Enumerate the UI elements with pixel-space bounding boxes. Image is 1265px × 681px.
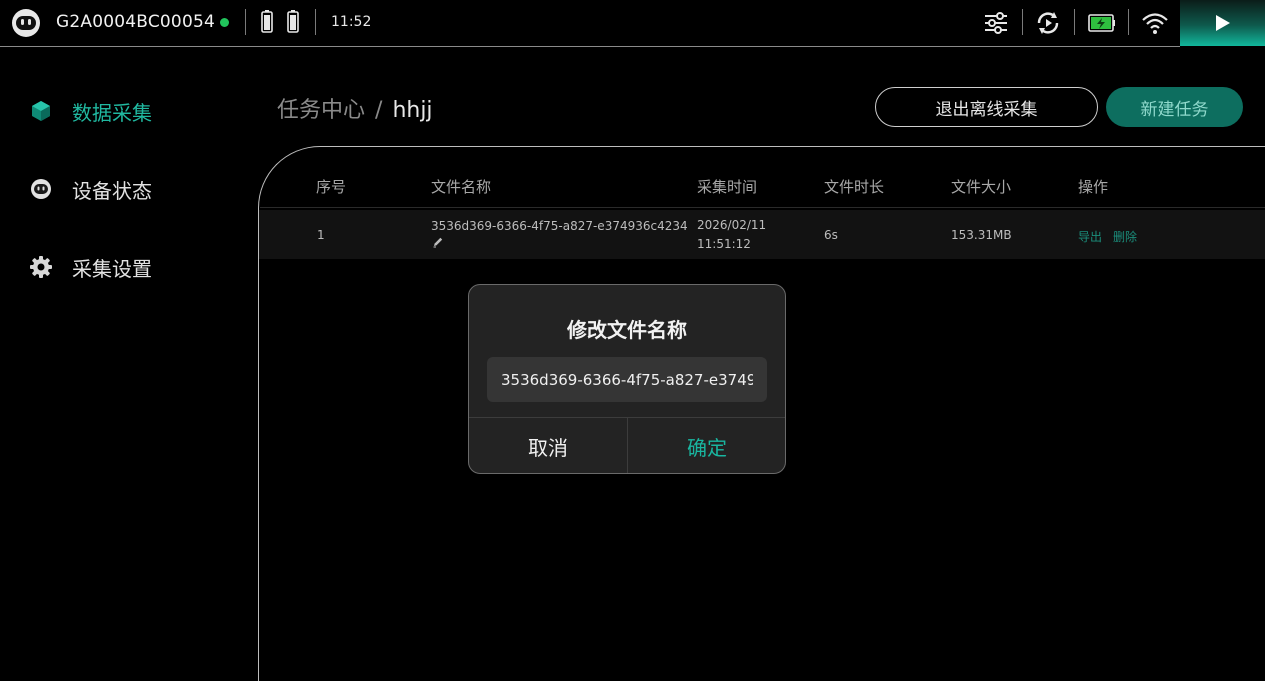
row-file-size: 153.31MB: [951, 228, 1012, 242]
sidebar-item-data-collection[interactable]: 数据采集: [28, 96, 152, 126]
online-status-dot: [220, 18, 229, 27]
sync-icon[interactable]: [1033, 8, 1063, 38]
robot-icon: [28, 176, 54, 202]
wifi-icon[interactable]: [1140, 8, 1170, 38]
row-duration: 6s: [824, 228, 838, 242]
column-header-index: 序号: [316, 178, 347, 196]
cube-icon: [28, 98, 54, 124]
export-link[interactable]: 导出: [1078, 228, 1102, 245]
delete-link[interactable]: 删除: [1113, 228, 1137, 245]
status-bar-divider: [0, 46, 1180, 47]
row-index: 1: [317, 228, 325, 242]
status-separator: [315, 9, 316, 35]
battery-icon: [261, 10, 273, 33]
robot-face-icon: [12, 9, 40, 37]
confirm-button[interactable]: 确定: [628, 418, 785, 473]
sidebar-item-label: 数据采集: [72, 100, 152, 125]
edit-pencil-icon[interactable]: [432, 236, 444, 248]
sidebar-item-label: 采集设置: [72, 256, 152, 281]
status-separator: [1074, 9, 1075, 35]
file-name-input[interactable]: [487, 357, 767, 402]
row-collection-date: 2026/02/11: [697, 218, 767, 232]
column-header-file-size: 文件大小: [951, 178, 1012, 196]
rename-file-dialog: 修改文件名称 取消 确定: [468, 284, 786, 474]
gear-icon: [28, 254, 54, 280]
column-header-collection-time: 采集时间: [697, 178, 758, 196]
row-file-name: 3536d369-6366-4f75-a827-e374936c4234: [431, 219, 688, 233]
clock: 11:52: [331, 14, 372, 30]
status-bar: G2A0004BC00054 11:52: [0, 0, 1265, 46]
charging-battery-icon: [1088, 14, 1115, 32]
dialog-title: 修改文件名称: [567, 318, 687, 342]
breadcrumb-root[interactable]: 任务中心: [277, 98, 365, 123]
row-collection-time: 11:51:12: [697, 237, 751, 251]
device-id: G2A0004BC00054: [56, 12, 215, 32]
exit-offline-collection-button[interactable]: 退出离线采集: [875, 87, 1098, 127]
column-header-duration: 文件时长: [824, 178, 885, 196]
sidebar-item-collection-settings[interactable]: 采集设置: [28, 252, 152, 282]
status-separator: [1022, 9, 1023, 35]
sliders-icon[interactable]: [981, 8, 1011, 38]
sidebar-item-label: 设备状态: [72, 178, 152, 203]
column-header-actions: 操作: [1078, 178, 1109, 196]
breadcrumb-current: hhjj: [392, 98, 433, 123]
column-header-file-name: 文件名称: [431, 178, 492, 196]
breadcrumb-separator: /: [375, 98, 383, 123]
breadcrumb: 任务中心 / hhjj: [277, 92, 433, 124]
status-separator: [1128, 9, 1129, 35]
sidebar-item-device-status[interactable]: 设备状态: [28, 174, 152, 204]
new-task-button[interactable]: 新建任务: [1106, 87, 1243, 127]
play-button[interactable]: [1180, 0, 1265, 46]
table-header-divider: [260, 207, 1265, 208]
battery-icon: [287, 10, 299, 33]
status-separator: [245, 9, 246, 35]
play-icon: [1216, 15, 1230, 31]
cancel-button[interactable]: 取消: [469, 418, 627, 473]
